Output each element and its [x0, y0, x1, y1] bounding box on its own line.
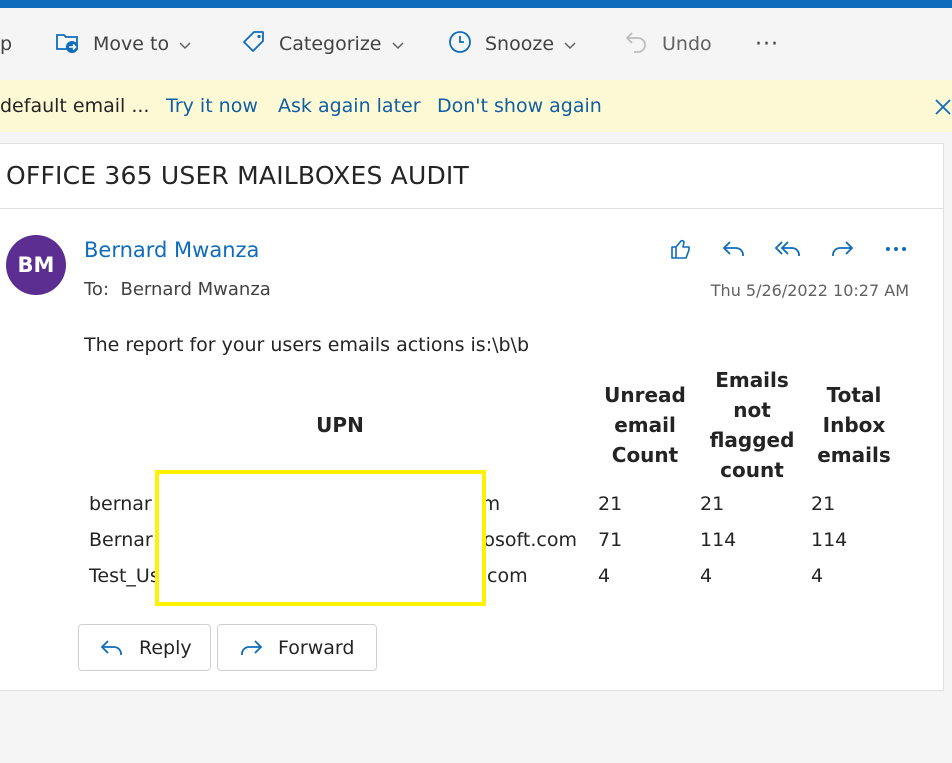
total-cell: 4	[811, 565, 824, 587]
header-line: email	[614, 413, 676, 437]
forward-icon	[832, 241, 854, 256]
undo-icon	[624, 29, 650, 60]
undo-label: Undo	[662, 33, 712, 55]
categorize-button[interactable]: Categorize	[241, 8, 404, 80]
command-toolbar: p Move to Categorize Snooze Undo ···	[0, 8, 952, 80]
forward-label: Forward	[278, 636, 355, 659]
thumbs-up-icon	[671, 239, 690, 259]
reply-all-icon	[774, 241, 800, 256]
recipient-line: To: Bernard Mwanza	[84, 279, 271, 300]
more-icon: ···	[755, 31, 779, 57]
toolbar-partial-item[interactable]: p	[0, 8, 12, 80]
unread-cell: 71	[598, 529, 623, 551]
avatar[interactable]: BM	[6, 235, 66, 295]
reply-icon-button[interactable]	[720, 235, 748, 263]
tag-icon	[241, 29, 267, 60]
close-icon[interactable]	[934, 98, 952, 121]
toolbar-partial-label: p	[0, 33, 13, 55]
redaction-box	[155, 470, 486, 606]
unread-cell: 4	[598, 565, 611, 587]
forward-icon	[241, 639, 263, 655]
chevron-down-icon	[391, 33, 404, 55]
forward-button[interactable]: Forward	[217, 624, 377, 671]
like-button[interactable]	[667, 235, 695, 263]
move-to-label: Move to	[93, 33, 170, 55]
forward-icon-button[interactable]	[828, 235, 856, 263]
message-more-button[interactable]	[882, 235, 910, 263]
infobar-message: default email ...	[0, 95, 150, 117]
upn-cell-end: com	[487, 565, 528, 587]
undo-button[interactable]: Undo	[624, 8, 712, 80]
email-subject: OFFICE 365 USER MAILBOXES AUDIT	[6, 161, 469, 190]
not-flagged-cell: 114	[700, 529, 737, 551]
header-line: count	[720, 458, 784, 482]
message-card: BM Bernard Mwanza To: Bernard Mwanza Thu…	[0, 209, 944, 691]
dont-show-again-link[interactable]: Don't show again	[437, 95, 602, 117]
reply-icon	[100, 639, 122, 655]
upn-cell-end: rosoft.com	[476, 529, 577, 551]
table-header-unread: Unread email Count	[595, 380, 695, 470]
clock-icon	[447, 29, 473, 60]
header-line: Unread	[604, 383, 686, 407]
message-body-text: The report for your users emails actions…	[84, 334, 530, 356]
more-options-button[interactable]: ···	[755, 8, 779, 80]
chevron-down-icon	[564, 33, 576, 55]
not-flagged-cell: 21	[700, 493, 725, 515]
folder-move-icon	[55, 29, 81, 60]
header-line: emails	[817, 443, 891, 467]
sender-name[interactable]: Bernard Mwanza	[84, 238, 259, 262]
to-label: To:	[84, 279, 110, 300]
reply-icon	[722, 241, 744, 256]
subject-card: OFFICE 365 USER MAILBOXES AUDIT	[0, 143, 944, 209]
total-cell: 21	[811, 493, 836, 515]
recipient-name[interactable]: Bernard Mwanza	[120, 279, 270, 300]
avatar-initials: BM	[17, 253, 55, 277]
header-line: not	[733, 398, 771, 422]
header-line: flagged	[709, 428, 795, 452]
reply-button[interactable]: Reply	[78, 624, 211, 671]
upn-cell-start: Bernar	[89, 529, 153, 551]
categorize-label: Categorize	[279, 33, 382, 55]
top-accent-strip	[0, 0, 952, 8]
upn-cell-start: bernar	[89, 493, 152, 515]
move-to-button[interactable]: Move to	[55, 8, 191, 80]
ask-again-later-link[interactable]: Ask again later	[278, 95, 421, 117]
try-it-now-link[interactable]: Try it now	[166, 95, 258, 117]
reply-label: Reply	[139, 636, 192, 659]
default-email-infobar: default email ... Try it now Ask again l…	[0, 80, 952, 132]
received-date: Thu 5/26/2022 10:27 AM	[710, 281, 909, 300]
header-line: Emails	[715, 368, 789, 392]
snooze-button[interactable]: Snooze	[447, 8, 576, 80]
header-line: Inbox	[822, 413, 886, 437]
table-header-total: Total Inbox emails	[808, 380, 900, 470]
snooze-label: Snooze	[485, 33, 555, 55]
unread-cell: 21	[598, 493, 623, 515]
more-icon	[886, 247, 906, 251]
reply-all-icon-button[interactable]	[774, 235, 802, 263]
upn-cell-start: Test_Us	[89, 565, 160, 587]
table-header-not-flagged: Emails not flagged count	[700, 365, 804, 485]
header-line: Total	[826, 383, 882, 407]
table-header-upn: UPN	[316, 413, 364, 437]
total-cell: 114	[811, 529, 848, 551]
chevron-down-icon	[179, 33, 191, 55]
not-flagged-cell: 4	[700, 565, 713, 587]
header-line: Count	[611, 443, 679, 467]
